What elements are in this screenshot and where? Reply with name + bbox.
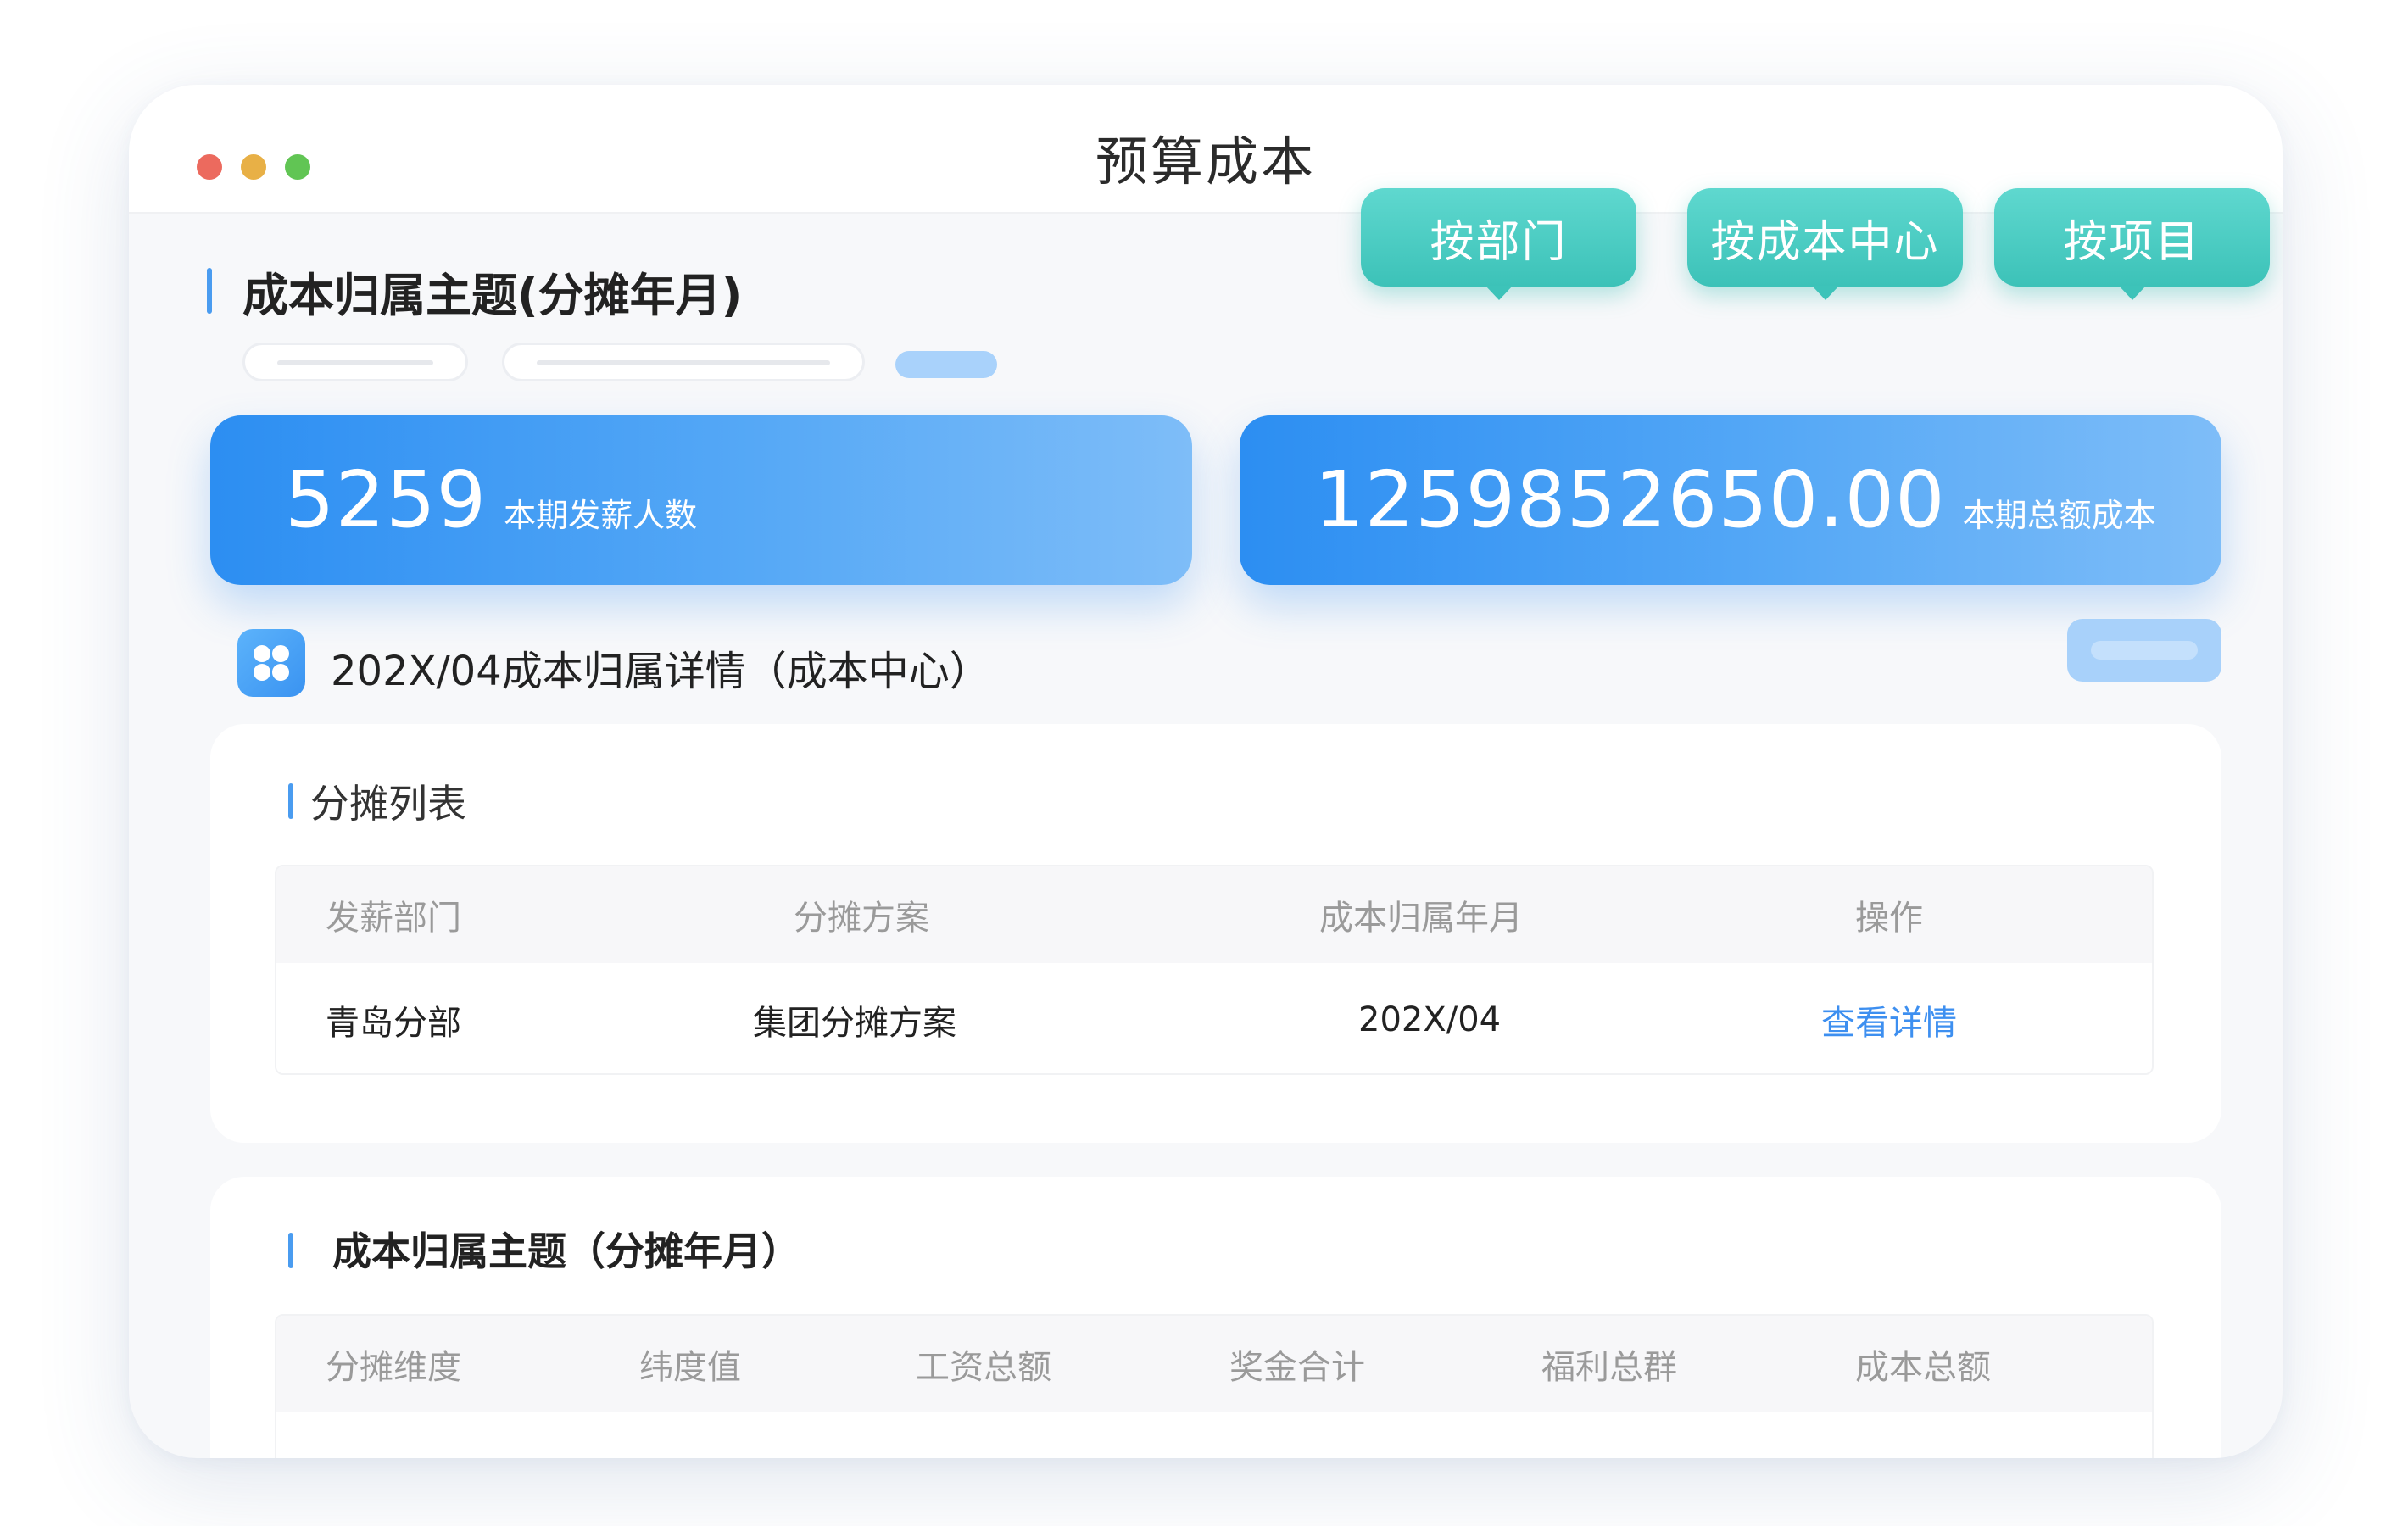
title-bar: 预算成本: [129, 85, 2283, 214]
filter-select-month[interactable]: [502, 343, 865, 382]
cell-month: 202X/04: [1358, 1000, 1502, 1039]
column-header: 分摊方案: [794, 899, 929, 938]
table-row: 青岛分部 集团分摊方案 202X/04 查看详情: [276, 963, 2152, 1073]
column-header: 发薪部门: [326, 899, 461, 938]
cost-theme-panel: 成本归属主题（分摊年月） 分摊维度 纬度值 工资总额 奖金合计 福利总群 成本总…: [210, 1177, 2221, 1458]
theme-title-accent: [207, 268, 212, 314]
column-header: 操作: [1855, 899, 1923, 938]
table-header: 分摊维度 纬度值 工资总额 奖金合计 福利总群 成本总额: [276, 1316, 2152, 1412]
tab-by-department[interactable]: 按部门: [1361, 188, 1636, 300]
panel-title: 成本归属主题（分摊年月）: [332, 1228, 800, 1274]
detail-action-button[interactable]: [2067, 619, 2221, 682]
column-header: 分摊维度: [326, 1348, 461, 1387]
stat-value: 5259: [285, 454, 488, 545]
detail-section-title: 202X/04成本归属详情（成本中心）: [331, 648, 990, 695]
cell-department: 青岛分部: [326, 1004, 461, 1043]
cost-theme-table: 分摊维度 纬度值 工资总额 奖金合计 福利总群 成本总额: [275, 1314, 2154, 1458]
column-header: 奖金合计: [1229, 1348, 1365, 1387]
cell-scheme: 集团分摊方案: [753, 1004, 956, 1043]
column-header: 福利总群: [1541, 1348, 1677, 1387]
tab-by-cost-center[interactable]: 按成本中心: [1687, 188, 1963, 300]
panel-title-accent: [288, 1233, 293, 1268]
column-header: 工资总额: [916, 1348, 1051, 1387]
column-header: 成本归属年月: [1319, 899, 1523, 938]
theme-title: 成本归属主题(分摊年月): [242, 269, 743, 322]
stat-label: 本期总额成本: [1962, 497, 2156, 534]
window-title: 预算成本: [1095, 131, 1316, 192]
panel-title-accent: [288, 783, 293, 819]
stat-card-payroll-count: 5259 本期发薪人数: [210, 415, 1192, 585]
column-header: 成本总额: [1855, 1348, 1991, 1387]
column-header: 纬度值: [639, 1348, 741, 1387]
stat-label: 本期发薪人数: [504, 497, 698, 534]
allocation-table: 发薪部门 分摊方案 成本归属年月 操作 青岛分部 集团分摊方案 202X/04 …: [275, 865, 2154, 1075]
query-button[interactable]: [895, 351, 997, 378]
table-header: 发薪部门 分摊方案 成本归属年月 操作: [276, 866, 2152, 963]
stat-value: 1259852650.00: [1314, 454, 1946, 545]
tab-by-project[interactable]: 按项目: [1994, 188, 2270, 300]
grid-four-dots-icon: [237, 629, 305, 697]
app-window: 预算成本 成本归属主题(分摊年月) 按部门 按成本中心 按项目 5259 本期发…: [129, 85, 2283, 1458]
view-details-link[interactable]: 查看详情: [1821, 963, 1957, 1073]
table-row-placeholder: [276, 1412, 2152, 1458]
panel-title: 分摊列表: [310, 781, 466, 827]
stat-card-total-cost: 1259852650.00 本期总额成本: [1240, 415, 2221, 585]
filter-select-year[interactable]: [242, 343, 468, 382]
allocation-list-panel: 分摊列表 发薪部门 分摊方案 成本归属年月 操作 青岛分部 集团分摊方案 202…: [210, 724, 2221, 1143]
